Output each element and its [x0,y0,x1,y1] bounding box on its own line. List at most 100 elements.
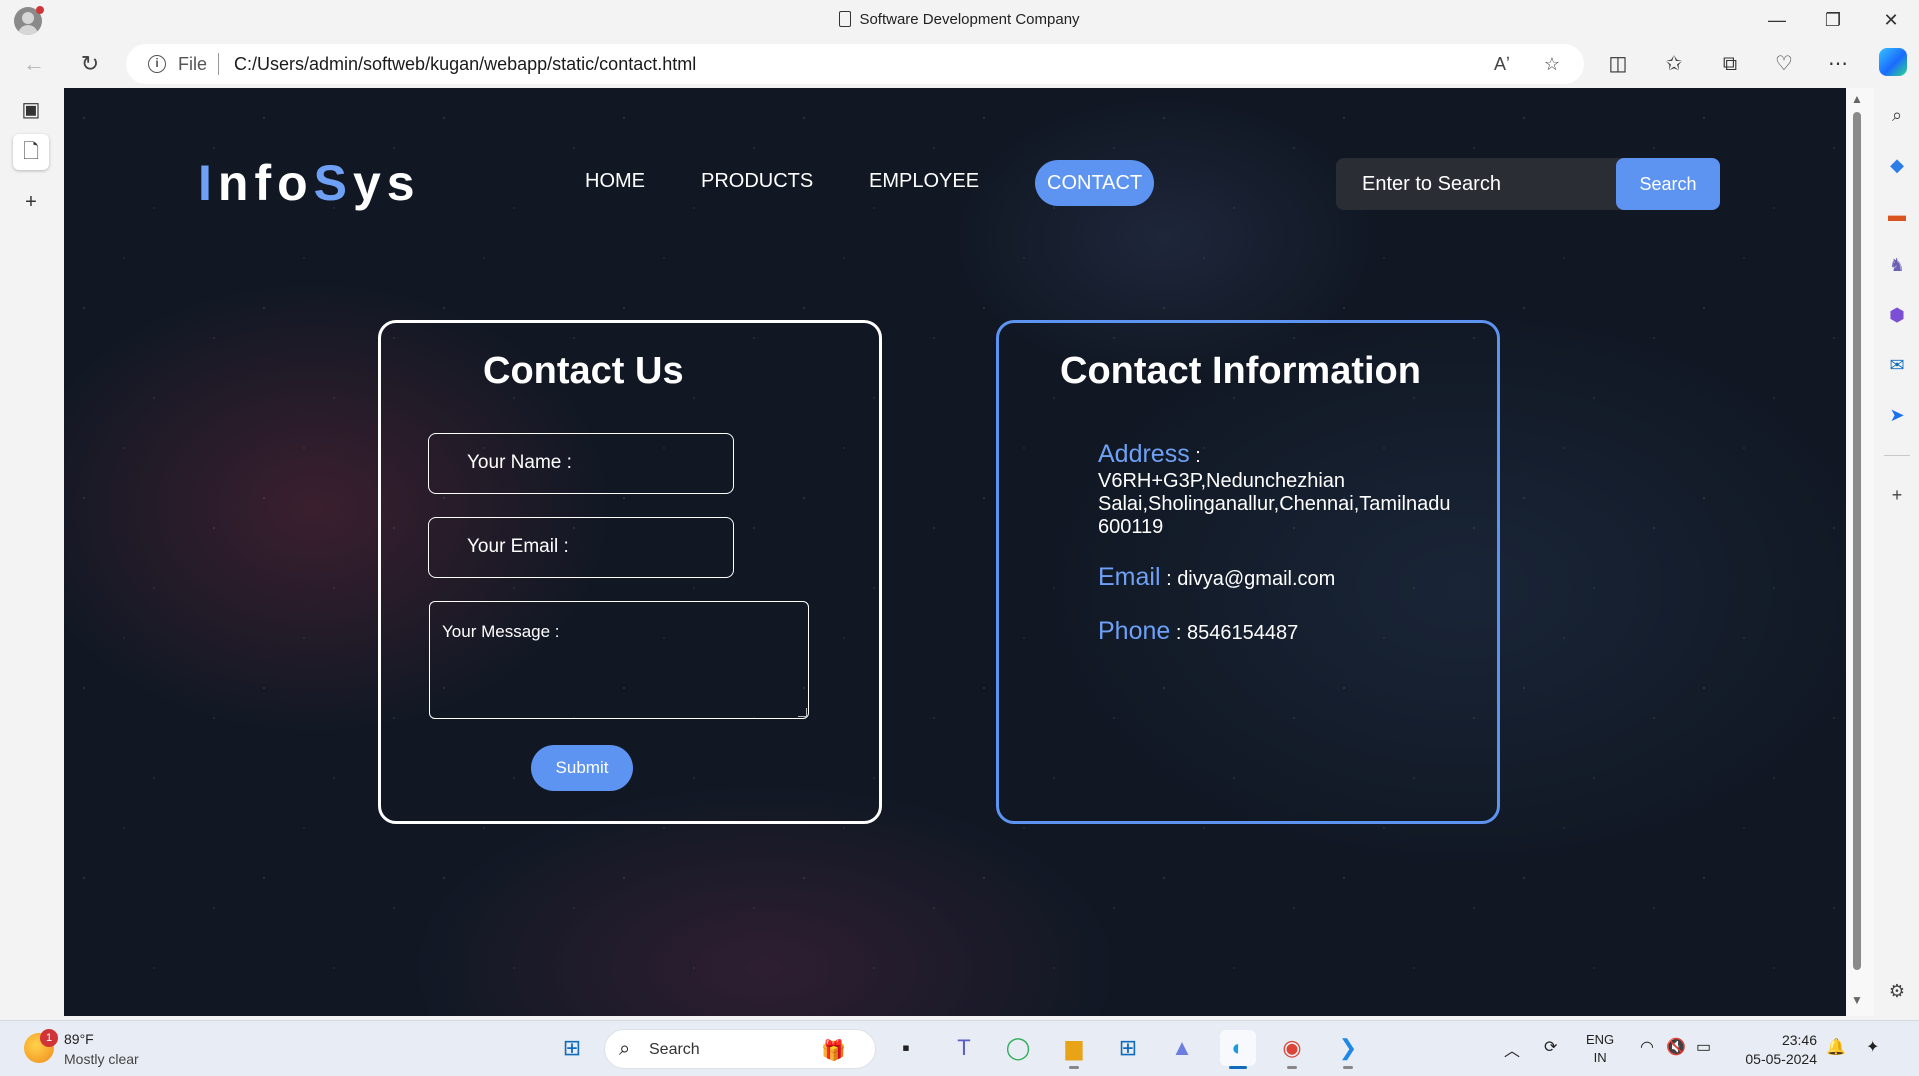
message-field[interactable]: Your Message : [429,601,809,719]
weather-temperature[interactable]: 89°F [64,1031,94,1047]
phone-label: Phone [1098,617,1171,645]
microsoft-365-icon[interactable]: ⬢ [1882,300,1912,330]
taskbar-search[interactable]: ⌕ Search 🎁 [604,1029,876,1069]
microsoft-store-icon[interactable]: ⊞ [1110,1030,1146,1066]
site-search-button[interactable]: Search [1616,158,1720,210]
weather-badge: 1 [40,1029,58,1047]
more-options-icon[interactable]: ⋯ [1822,48,1854,80]
email-field[interactable]: Your Email : [428,517,734,578]
logo-text-nfo: nfo [217,155,314,211]
contact-us-title: Contact Us [483,350,684,392]
search-highlight-icon: 🎁 [821,1040,846,1062]
nav-employee[interactable]: EMPLOYEE [869,170,979,193]
windows-taskbar: 1 89°F Mostly clear ⊞ ⌕ Search 🎁 ▪ T ◯ ▆… [0,1020,1919,1076]
tab-contact-page[interactable]: 🗋 [13,134,49,170]
clock-time: 23:46 [1781,1032,1817,1048]
phone-row: Phone : 8546154487 [1098,617,1298,646]
resize-handle[interactable] [798,708,807,717]
contact-information-title: Contact Information [1060,350,1421,392]
show-hidden-icons-chevron-up-icon[interactable]: ︿ [1504,1037,1520,1061]
logo-text-ys: ys [353,155,421,211]
site-logo[interactable]: InfoSys [198,154,421,212]
copilot-taskbar-icon[interactable]: ✦ [1866,1037,1879,1057]
nav-contact[interactable]: CONTACT [1035,160,1155,206]
phone-value: 8546154487 [1186,622,1299,644]
vpn-app-icon[interactable]: ▲ [1164,1030,1200,1066]
search-icon[interactable]: ⌕ [1882,100,1912,130]
games-icon[interactable]: ♞ [1882,250,1912,280]
nav-products[interactable]: PRODUCTS [701,170,813,193]
logo-letter-i: I [198,155,218,211]
clock[interactable]: 23:46 05-05-2024 [1735,1031,1817,1069]
sidebar-divider [1884,455,1910,456]
teams-icon[interactable]: T [946,1030,982,1066]
edge-sidebar: ⌕ ◆ ▬ ♞ ⬢ ✉ ➤ + ⚙ [1874,88,1919,1020]
email-value: divya@gmail.com [1177,568,1336,590]
edge-browser-icon[interactable]: ◐ [1220,1030,1256,1069]
restore-button[interactable]: ❐ [1810,6,1856,34]
copilot-icon[interactable] [1879,48,1907,76]
volume-muted-icon[interactable]: 🔇 [1666,1037,1686,1057]
toolbox-icon[interactable]: ▬ [1882,200,1912,230]
url-text[interactable]: C:/Users/admin/softweb/kugan/webapp/stat… [234,54,696,75]
browser-essentials-icon[interactable]: ♡ [1768,48,1800,80]
shopping-tag-icon[interactable]: ◆ [1882,150,1912,180]
send-icon[interactable]: ➤ [1882,400,1912,430]
site-search-input[interactable]: Enter to Search [1336,158,1626,210]
taskbar-search-label: Search [649,1041,700,1058]
address-separator: : [1189,445,1201,467]
add-sidebar-app-icon[interactable]: + [1882,480,1912,510]
collections-icon[interactable]: ⧉ [1714,48,1746,80]
scroll-down-icon[interactable]: ▼ [1850,993,1864,1007]
sidebar-settings-gear-icon[interactable]: ⚙ [1882,976,1912,1006]
name-field[interactable]: Your Name : [428,433,734,494]
email-separator: : [1160,568,1178,590]
wifi-icon[interactable]: ◠ [1640,1037,1654,1057]
tab-actions-icon[interactable]: ▣ [13,92,49,128]
nav-home[interactable]: HOME [585,170,645,193]
split-screen-icon[interactable]: ◫ [1602,48,1634,80]
address-label: Address [1098,440,1190,468]
back-arrow-icon[interactable]: ← [18,48,50,80]
outlook-icon[interactable]: ✉ [1882,350,1912,380]
chrome-icon[interactable]: ◉ [1274,1030,1310,1069]
start-windows-icon[interactable]: ⊞ [554,1030,590,1066]
address-value: V6RH+G3P,Nedunchezhian Salai,Sholinganal… [1098,470,1451,538]
read-aloud-icon[interactable]: Aʼ [1488,50,1516,78]
phone-separator: : [1170,622,1187,644]
scroll-thumb[interactable] [1853,112,1861,970]
title-bar: Software Development Company — ❐ ✕ [0,0,1919,40]
favorite-star-icon[interactable]: ☆ [1538,50,1566,78]
scheme-label: File [178,54,208,74]
favorites-icon[interactable]: ✩ [1658,48,1690,80]
notifications-bell-icon[interactable]: 🔔 [1826,1037,1846,1057]
language-indicator[interactable]: ENG IN [1586,1031,1614,1067]
window-title: Software Development Company [0,11,1919,28]
info-icon[interactable]: i [148,55,166,73]
sync-app-icon[interactable]: ◯ [1000,1030,1036,1066]
task-view-icon[interactable]: ▪ [888,1030,924,1066]
logo-letter-s: S [313,155,353,211]
vscode-icon[interactable]: ❯ [1330,1030,1366,1069]
minimize-button[interactable]: — [1754,6,1800,34]
file-explorer-icon[interactable]: ▆ [1056,1030,1092,1069]
region-code: IN [1593,1050,1607,1065]
search-magnifier-icon: ⌕ [619,1038,631,1060]
clock-date: 05-05-2024 [1745,1051,1817,1067]
page-content: InfoSys HOME PRODUCTS EMPLOYEE CONTACT E… [64,88,1846,1016]
new-tab-plus-icon[interactable]: + [13,184,49,220]
scroll-up-icon[interactable]: ▲ [1850,92,1864,106]
weather-condition[interactable]: Mostly clear [64,1051,139,1067]
divider [218,53,219,75]
sync-status-icon[interactable]: ⟳ [1544,1037,1557,1057]
refresh-icon[interactable]: ↻ [74,48,106,80]
background-stars [64,88,1846,1016]
email-label: Email [1098,563,1161,591]
document-icon [839,11,852,27]
address-bar[interactable]: i File C:/Users/admin/softweb/kugan/weba… [126,44,1584,84]
vertical-tabs: ▣ 🗋 + [0,88,62,1020]
battery-icon[interactable]: ▭ [1696,1037,1711,1057]
close-button[interactable]: ✕ [1868,6,1914,34]
browser-toolbar: ← ↻ i File C:/Users/admin/softweb/kugan/… [0,40,1919,88]
submit-button[interactable]: Submit [531,745,633,791]
